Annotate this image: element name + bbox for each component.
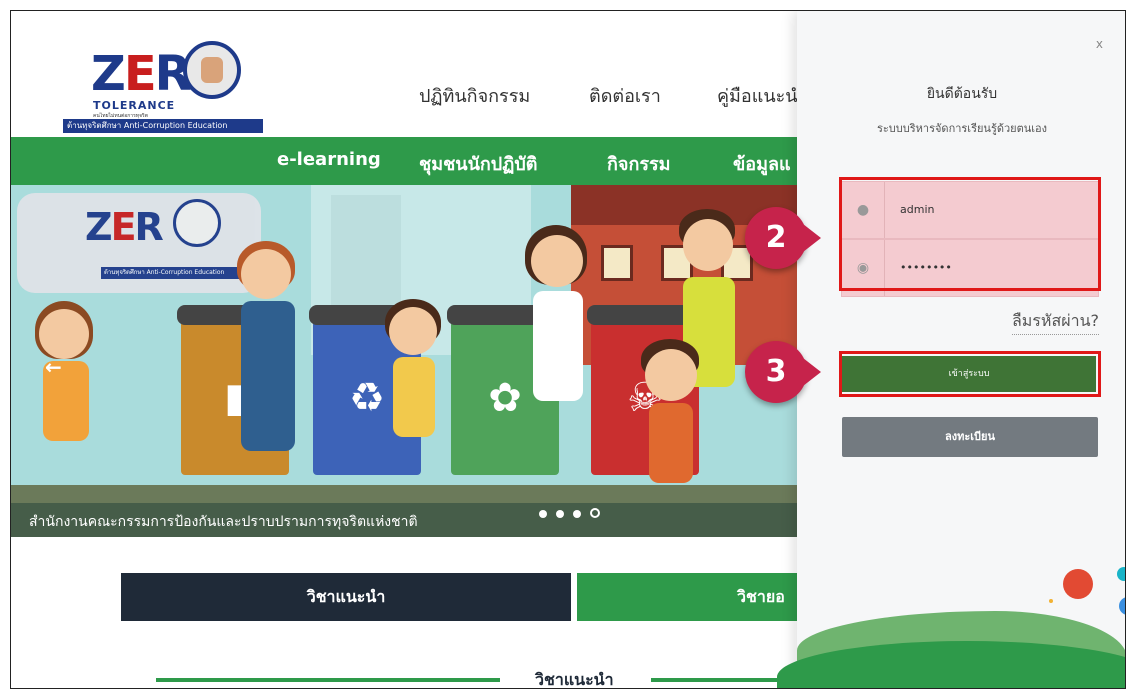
slide-dot-4[interactable] [590,508,600,518]
nav-calendar[interactable]: ปฏิทินกิจกรรม [419,81,530,110]
nav-community[interactable]: ชุมชนนักปฏิบัติ [419,149,537,178]
login-panel: x ยินดีต้อนรับ ระบบบริหารจัดการเรียนรู้ด… [777,11,1125,688]
nav-activities[interactable]: กิจกรรม [607,149,671,178]
hero-logo-card: ZER ต้านทุจริตศึกษา Anti-Corruption Educ… [17,193,261,293]
slide-dot-1[interactable] [539,510,547,518]
hero-prev-arrow[interactable]: ← [45,355,62,379]
tab-recommended[interactable]: วิชาแนะนำ [121,573,571,621]
register-button[interactable]: ลงทะเบียน [842,417,1098,457]
logo-zero-text: ZER [91,46,192,102]
step-badge-3-pointer [803,358,821,386]
hero-window [601,245,633,281]
step-badge-2: 2 [745,207,807,269]
nav-manual[interactable]: คู่มือแนะนำ [717,81,808,110]
slide-indicators [539,503,609,522]
decor-circle [1117,567,1125,581]
logo-tolerance: TOLERANCE [93,99,176,112]
fist-icon [183,41,241,99]
site-logo[interactable]: ZER TOLERANCE คนไทยไม่ทนต่อการทุจริต ต้า… [63,41,263,139]
login-welcome: ยินดีต้อนรับ [926,86,998,102]
step-badge-2-pointer [803,224,821,252]
section-title: วิชาแนะนำ [535,670,614,689]
hero-caption-bar: สำนักงานคณะกรรมการป้องกันและปราบปรามการท… [11,503,797,537]
forgot-password-link[interactable]: ลืมรหัสผ่าน? [1011,309,1099,335]
login-subtitle: ระบบบริหารจัดการเรียนรู้ด้วยตนเอง [876,122,1048,135]
nav-contact[interactable]: ติดต่อเรา [589,81,661,110]
slide-dot-2[interactable] [556,510,564,518]
browser-page: ZER TOLERANCE คนไทยไม่ทนต่อการทุจริต ต้า… [10,10,1126,689]
close-icon[interactable]: x [1096,37,1103,51]
fist-icon [173,199,221,247]
slide-dot-3[interactable] [573,510,581,518]
highlight-login-button [839,351,1101,397]
hero-logo-zero: ZER [85,205,164,249]
hero-banner[interactable]: ZER ต้านทุจริตศึกษา Anti-Corruption Educ… [11,185,797,537]
tab-popular[interactable]: วิชายอ [577,573,807,621]
section-divider-left [156,678,500,682]
nav-info[interactable]: ข้อมูลแ [733,149,791,178]
logo-bar: ต้านทุจริตศึกษา Anti-Corruption Educatio… [63,119,263,133]
step-badge-3: 3 [745,341,807,403]
decor-circle [1049,599,1053,603]
decor-circle [1119,597,1125,615]
highlight-credentials [839,177,1101,291]
decor-circle [1063,569,1093,599]
nav-e-learning[interactable]: e-learning [277,149,381,170]
hero-caption: สำนักงานคณะกรรมการป้องกันและปราบปรามการท… [29,514,418,530]
